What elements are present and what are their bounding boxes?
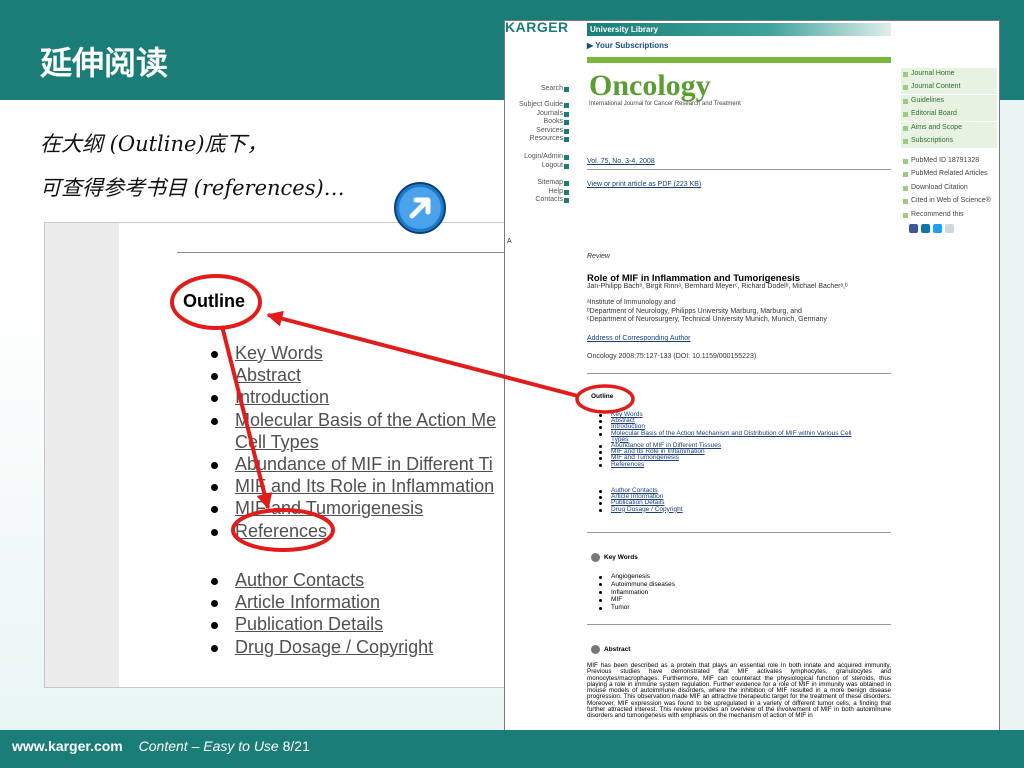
zoom-outline-link[interactable]: Article Information	[211, 591, 433, 613]
nav-link[interactable]: Login/Admin	[505, 153, 569, 162]
keyword: MIF	[599, 596, 675, 604]
pointer-cursor-icon	[394, 182, 446, 234]
zoom-left-strip	[45, 223, 119, 687]
twitter-icon[interactable]	[933, 224, 942, 233]
article-tool-link[interactable]: Cited in Web of Science®	[901, 197, 997, 210]
corresponding-address-link[interactable]: Address of Corresponding Author	[587, 335, 691, 344]
outline-list-2: Author Contacts Article Information Publ…	[599, 487, 683, 513]
outline-list: Key Words Abstract Introduction Molecula…	[599, 411, 851, 468]
keywords-heading: Key Words	[591, 553, 638, 562]
social-share-icons	[909, 224, 954, 233]
journal-nav-item[interactable]: Aims and Scope	[901, 121, 997, 135]
keyword: Tumor	[599, 604, 675, 612]
journal-nav: Journal Home Journal Content Guidelines …	[901, 68, 997, 148]
linkedin-icon[interactable]	[921, 224, 930, 233]
keywords-list: Angiogenesis Autoimmune diseases Inflamm…	[599, 573, 675, 612]
slide-title: 延伸阅读	[40, 44, 169, 82]
nav-link[interactable]: Help	[505, 188, 569, 197]
nav-link[interactable]: Contacts	[505, 196, 569, 205]
journal-nav-item[interactable]: Subscriptions	[901, 134, 997, 148]
nav-link[interactable]: Books	[505, 118, 569, 127]
left-nav-main: Subject Guide Journals Books Services Re…	[505, 101, 569, 144]
right-stripe	[1000, 100, 1024, 730]
divider	[587, 169, 891, 170]
nav-link[interactable]: Subject Guide	[505, 101, 569, 110]
article-citation: Oncology 2008;75:127-133 (DOI: 10.1159/0…	[587, 353, 757, 360]
references-link[interactable]: References	[599, 461, 851, 468]
divider	[587, 624, 891, 625]
zoom-references-link[interactable]: References	[211, 520, 496, 542]
author-institutes: ᵃInstitute of Immunology and ᵇDepartment…	[587, 299, 827, 325]
outline-link[interactable]: Drug Dosage / Copyright	[599, 506, 683, 513]
journal-subtitle: International Journal for Cancer Researc…	[589, 101, 741, 107]
journal-nav-item[interactable]: Journal Home	[901, 68, 997, 81]
zoom-outline-link-continued[interactable]: Cell Types	[211, 431, 496, 453]
zoomed-outline-panel: Outline Key Words Abstract Introduction …	[44, 222, 514, 688]
zoom-outline-link[interactable]: Key Words	[211, 342, 496, 364]
article-webpage-screenshot: KARGER Search Subject Guide Journals Boo…	[504, 20, 1000, 740]
zoom-outline-link[interactable]: Molecular Basis of the Action Me	[211, 409, 496, 431]
zoom-outline-list: Key Words Abstract Introduction Molecula…	[211, 342, 496, 542]
keyword: Autoimmune diseases	[599, 581, 675, 589]
article-tool-link[interactable]: Recommend this	[901, 211, 997, 224]
nav-link[interactable]: Search	[505, 85, 569, 94]
abstract-text: MIF has been described as a protein that…	[587, 662, 891, 720]
abstract-heading: Abstract	[591, 645, 630, 654]
nav-link[interactable]: Sitemap	[505, 179, 569, 188]
header-divider	[587, 57, 891, 63]
left-nav-search: Search	[505, 85, 569, 94]
article-authors: Jan-Philipp Bachᵃ, Birgit Rinnᵃ, Bernhar…	[587, 283, 848, 290]
divider	[587, 532, 891, 533]
left-nav-help: Sitemap Help Contacts	[505, 179, 569, 205]
journal-nav-item[interactable]: Guidelines	[901, 94, 997, 108]
intro-line-1: 在大纲 (Outline)底下，	[40, 132, 268, 156]
institute-line: ᶜDepartment of Neurosurgery, Technical U…	[587, 316, 827, 323]
article-type: Review	[587, 253, 610, 260]
zoom-outline-link[interactable]: Publication Details	[211, 613, 433, 635]
nav-link[interactable]: Logout	[505, 162, 569, 171]
volume-link[interactable]: Vol. 75, No. 3-4, 2008	[587, 158, 655, 167]
nav-link[interactable]: Services	[505, 127, 569, 136]
zoom-divider	[177, 252, 513, 253]
zoom-outline-link[interactable]: Abundance of MIF in Different Ti	[211, 453, 496, 475]
font-size-glyph[interactable]: A	[507, 238, 512, 245]
zoom-outline-link[interactable]: MIF and Tumorigenesis	[211, 497, 496, 519]
keyword: Inflammation	[599, 589, 675, 597]
journal-title: Oncology	[589, 69, 711, 102]
university-library-bar: University Library	[587, 23, 891, 36]
article-tool-link[interactable]: PubMed ID 18791328	[901, 157, 997, 170]
institute-line: ᵇDepartment of Neurology, Philipps Unive…	[587, 307, 802, 315]
divider	[587, 373, 891, 374]
article-tools: PubMed ID 18791328 PubMed Related Articl…	[901, 157, 997, 224]
your-subscriptions-link[interactable]: ▶ Your Subscriptions	[587, 41, 668, 50]
pdf-link[interactable]: View or print article as PDF (223 KB)	[587, 181, 701, 190]
keyword: Angiogenesis	[599, 573, 675, 581]
journal-nav-item[interactable]: Editorial Board	[901, 108, 997, 122]
facebook-icon[interactable]	[909, 224, 918, 233]
page-number: 8/21	[282, 738, 310, 754]
zoom-outline-link[interactable]: Abstract	[211, 364, 496, 386]
outline-heading: Outline	[591, 393, 614, 400]
institute-line: ᵃInstitute of Immunology and	[587, 299, 676, 306]
zoom-outline-link[interactable]: Drug Dosage / Copyright	[211, 636, 433, 658]
nav-link[interactable]: Resources	[505, 135, 569, 144]
article-tool-link[interactable]: PubMed Related Articles	[901, 170, 997, 183]
nav-link[interactable]: Journals	[505, 110, 569, 119]
article-tool-link[interactable]: Download Citation	[901, 184, 997, 197]
left-nav-login: Login/Admin Logout	[505, 153, 569, 170]
journal-nav-item[interactable]: Journal Content	[901, 81, 997, 95]
intro-line-2: 可查得参考书目 (references)…	[40, 176, 345, 200]
zoom-outline-link[interactable]: Author Contacts	[211, 569, 433, 591]
slide-footer: www.karger.com Content – Easy to Use 8/2…	[0, 730, 1024, 768]
karger-logo[interactable]: KARGER	[505, 21, 569, 34]
zoom-outline-heading: Outline	[183, 291, 245, 311]
zoom-outline-link[interactable]: MIF and Its Role in Inflammation	[211, 475, 496, 497]
email-icon[interactable]	[945, 224, 954, 233]
footer-caption: Content – Easy to Use	[138, 738, 279, 754]
zoom-outline-list-2: Author Contacts Article Information Publ…	[211, 569, 433, 658]
zoom-outline-link[interactable]: Introduction	[211, 386, 496, 408]
footer-url[interactable]: www.karger.com	[12, 738, 123, 754]
